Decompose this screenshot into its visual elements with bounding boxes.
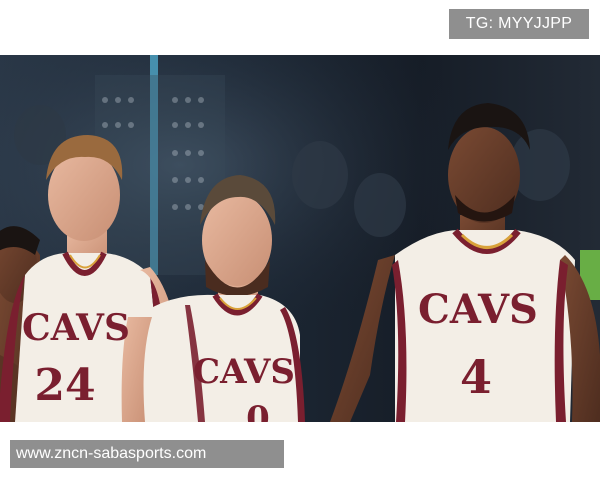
jersey-right-number: 4 bbox=[460, 350, 492, 404]
watermark-top-badge: TG: MYYJJPP bbox=[449, 9, 589, 39]
watermark-bottom-badge: www.zncn-sabasports.com bbox=[10, 440, 284, 468]
jersey-left-number: 24 bbox=[34, 360, 95, 411]
jersey-left-team: CAVS bbox=[22, 307, 130, 349]
watermark-top-text: TG: MYYJJPP bbox=[465, 15, 573, 32]
jersey-center-number: 0 bbox=[246, 399, 270, 422]
basketball-photo: CAVS 24 CAVS 0 CAVS 4 bbox=[0, 55, 600, 422]
jersey-right-team: CAVS bbox=[418, 286, 538, 333]
watermark-bottom-text: www.zncn-sabasports.com bbox=[16, 445, 207, 462]
jersey-center-team: CAVS bbox=[193, 352, 295, 392]
